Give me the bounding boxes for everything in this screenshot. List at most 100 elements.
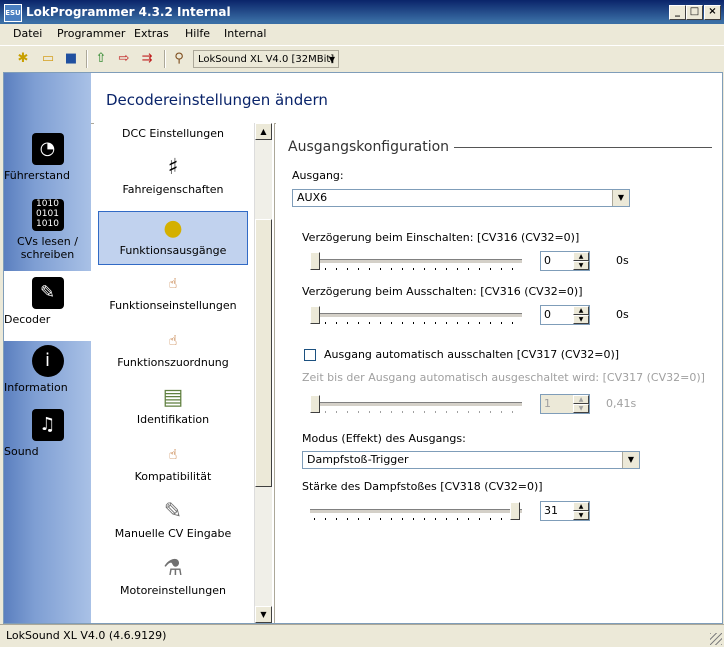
- id-card-icon: ▤: [162, 385, 184, 410]
- auto-off-spinner[interactable]: 1 ▲ ▼: [540, 394, 590, 414]
- status-bar: LokSound XL V4.0 (4.6.9129): [0, 624, 724, 647]
- device-select-value: LokSound XL V4.0 [32MBit]: [198, 54, 335, 65]
- info-icon: i: [31, 345, 64, 377]
- auto-off-slider[interactable]: [310, 393, 522, 415]
- save-icon[interactable]: ■: [62, 50, 80, 68]
- menu-programmer[interactable]: Programmer: [57, 27, 125, 40]
- strength-spinner[interactable]: 31 ▲ ▼: [540, 501, 590, 521]
- main-frame: ◔ Führerstand 1010 0101 1010 CVs lesen / s…: [3, 72, 723, 624]
- menu-datei[interactable]: Datei: [13, 27, 42, 40]
- category-motoreinstellungen[interactable]: ⚗ Motoreinstellungen: [98, 554, 248, 597]
- mode-select[interactable]: Dampfstoß-Trigger ▼: [302, 451, 640, 469]
- auto-off-unit: 0,41s: [606, 397, 637, 410]
- finger-icon: ☝: [168, 276, 178, 292]
- nav-decoder[interactable]: ✎ Decoder: [4, 271, 91, 341]
- binary-icon: 1010 0101 1010: [31, 199, 64, 231]
- delay-off-slider[interactable]: [310, 304, 522, 326]
- slider-thumb[interactable]: [310, 306, 320, 324]
- maximize-button[interactable]: □: [686, 5, 703, 20]
- left-nav: ◔ Führerstand 1010 0101 1010 CVs lesen / s…: [4, 73, 91, 623]
- auto-off-time-label: Zeit bis der Ausgang automatisch ausgesc…: [302, 371, 705, 384]
- slider-thumb[interactable]: [310, 252, 320, 270]
- scroll-down-button[interactable]: ▼: [255, 606, 272, 623]
- nav-information[interactable]: i Information: [4, 345, 91, 405]
- slider-thumb[interactable]: [310, 395, 320, 413]
- scroll-thumb[interactable]: [255, 219, 272, 487]
- toolbar-separator: [86, 50, 88, 68]
- category-identifikation[interactable]: ▤ Identifikation: [98, 383, 248, 426]
- delay-on-label: Verzögerung beim Einschalten: [CV316 (CV…: [302, 231, 580, 244]
- nav-fuehrerstand[interactable]: ◔ Führerstand: [4, 133, 91, 193]
- open-folder-icon[interactable]: ▭: [39, 50, 57, 68]
- nav-cvs[interactable]: 1010 0101 1010 CVs lesen / schreiben: [4, 199, 91, 269]
- write-sound-icon[interactable]: ⇉: [138, 50, 156, 68]
- spin-down-button[interactable]: ▼: [573, 404, 589, 413]
- chevron-down-icon: ▼: [328, 55, 335, 64]
- music-icon: ♫: [31, 409, 64, 441]
- page-header: Decodereinstellungen ändern: [91, 73, 722, 124]
- app-icon: ESU: [4, 4, 22, 22]
- mode-label: Modus (Effekt) des Ausgangs:: [302, 432, 466, 445]
- spin-up-button[interactable]: ▲: [573, 395, 589, 404]
- write-decoder-icon[interactable]: ⇨: [115, 50, 133, 68]
- cab-icon: ◔: [31, 133, 64, 165]
- finger-icon: ☝: [168, 333, 178, 349]
- category-funktionszuordnung[interactable]: ☝ Funktionszuordnung: [98, 326, 248, 369]
- auto-off-checkbox[interactable]: [304, 349, 316, 361]
- chevron-down-icon: ▼: [612, 190, 629, 206]
- chevron-down-icon: ▼: [622, 452, 639, 468]
- nav-sound[interactable]: ♫ Sound: [4, 409, 91, 469]
- category-fahreigenschaften[interactable]: ♯ Fahreigenschaften: [98, 153, 248, 196]
- toolbar: ✱ ▭ ■ ⇧ ⇨ ⇉ ⚲ LokSound XL V4.0 [32MBit] …: [0, 45, 724, 72]
- delay-on-unit: 0s: [616, 254, 629, 267]
- spin-up-button[interactable]: ▲: [573, 306, 589, 315]
- connect-icon[interactable]: ⚲: [170, 50, 188, 68]
- delay-on-slider[interactable]: [310, 250, 522, 272]
- menu-bar: Datei Programmer Extras Hilfe Internal: [0, 24, 724, 44]
- category-list: DCC Einstellungen ♯ Fahreigenschaften ● …: [94, 123, 275, 623]
- status-text: LokSound XL V4.0 (4.6.9129): [6, 629, 167, 642]
- menu-hilfe[interactable]: Hilfe: [185, 27, 210, 40]
- delay-off-unit: 0s: [616, 308, 629, 321]
- delay-off-spinner[interactable]: 0 ▲ ▼: [540, 305, 590, 325]
- spin-up-button[interactable]: ▲: [573, 502, 589, 511]
- wrench-icon: ✎: [31, 277, 64, 309]
- category-funktionseinstellungen[interactable]: ☝ Funktionseinstellungen: [98, 269, 248, 312]
- category-manuelle-cv[interactable]: ✎ Manuelle CV Eingabe: [98, 497, 248, 540]
- spin-down-button[interactable]: ▼: [573, 511, 589, 520]
- spin-down-button[interactable]: ▼: [573, 315, 589, 324]
- new-file-icon[interactable]: ✱: [14, 50, 32, 68]
- finger-icon: ☝: [168, 447, 178, 463]
- slider-thumb[interactable]: [510, 502, 520, 520]
- piston-icon: ⚗: [163, 556, 183, 581]
- device-select[interactable]: LokSound XL V4.0 [32MBit] ▼: [193, 50, 339, 68]
- category-scrollbar[interactable]: ▲ ▼: [254, 123, 272, 623]
- toolbar-separator: [164, 50, 166, 68]
- resize-grip[interactable]: [710, 633, 722, 645]
- menu-extras[interactable]: Extras: [134, 27, 169, 40]
- title-bar: ESU LokProgrammer 4.3.2 Internal _ □ ×: [0, 0, 724, 24]
- spin-up-button[interactable]: ▲: [573, 252, 589, 261]
- output-label: Ausgang:: [292, 169, 344, 182]
- delay-on-spinner[interactable]: 0 ▲ ▼: [540, 251, 590, 271]
- category-funktionsausgaenge[interactable]: ● Funktionsausgänge: [98, 211, 248, 265]
- strength-label: Stärke des Dampfstoßes [CV318 (CV32=0)]: [302, 480, 543, 493]
- sliders-icon: ♯: [167, 155, 179, 180]
- category-kompatibilitaet[interactable]: ☝ Kompatibilität: [98, 440, 248, 483]
- section-divider: [454, 147, 712, 148]
- section-title: Ausgangskonfiguration: [288, 139, 450, 155]
- wrench-icon: ✎: [163, 499, 183, 524]
- delay-off-label: Verzögerung beim Ausschalten: [CV316 (CV…: [302, 285, 583, 298]
- read-decoder-icon[interactable]: ⇧: [92, 50, 110, 68]
- page-title: Decodereinstellungen ändern: [106, 91, 328, 109]
- output-select[interactable]: AUX6 ▼: [292, 189, 630, 207]
- close-button[interactable]: ×: [704, 5, 721, 20]
- strength-slider[interactable]: [310, 500, 522, 522]
- menu-internal[interactable]: Internal: [224, 27, 266, 40]
- window-title: LokProgrammer 4.3.2 Internal: [26, 5, 231, 19]
- spin-down-button[interactable]: ▼: [573, 261, 589, 270]
- lightbulb-icon: ●: [163, 216, 183, 241]
- minimize-button[interactable]: _: [669, 5, 686, 20]
- scroll-up-button[interactable]: ▲: [255, 123, 272, 140]
- category-dcc[interactable]: DCC Einstellungen: [98, 127, 248, 140]
